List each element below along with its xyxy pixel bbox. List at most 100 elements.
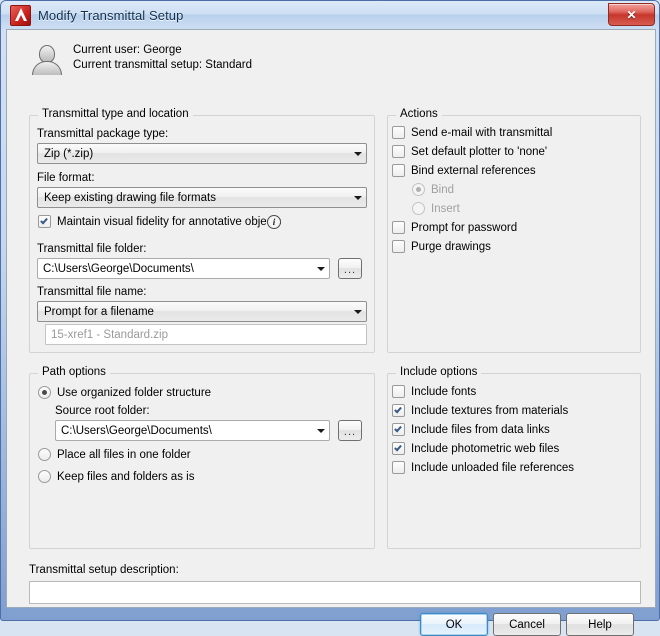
package-type-label: Transmittal package type: (37, 128, 169, 140)
transmittal-file-name-mode-combo[interactable]: Prompt for a filename (37, 301, 367, 322)
include-textures-checkbox[interactable]: Include textures from materials (392, 404, 568, 417)
file-format-value: Keep existing drawing file formats (44, 191, 216, 204)
transmittal-type-legend: Transmittal type and location (38, 108, 193, 120)
purge-drawings-checkbox[interactable]: Purge drawings (392, 240, 491, 253)
transmittal-file-name-input: 15-xref1 - Standard.zip (45, 324, 367, 345)
keep-files-as-is-label: Keep files and folders as is (57, 470, 195, 483)
source-root-folder-combo[interactable]: C:\Users\George\Documents\ (55, 420, 330, 441)
transmittal-file-name-mode-value: Prompt for a filename (44, 305, 154, 318)
bind-radio: Bind (412, 183, 454, 196)
chevron-down-icon (349, 310, 366, 314)
transmittal-description-label: Transmittal setup description: (29, 564, 179, 576)
maintain-visual-fidelity-checkbox[interactable]: Maintain visual fidelity for annotative … (38, 215, 281, 228)
checkbox-indicator (392, 240, 405, 253)
maintain-visual-fidelity-label: Maintain visual fidelity for annotative … (57, 215, 282, 228)
place-all-files-radio[interactable]: Place all files in one folder (38, 448, 191, 461)
info-glyph: i (272, 216, 276, 227)
radio-indicator (412, 183, 425, 196)
chevron-down-icon (349, 196, 366, 200)
close-button[interactable]: ✕ (608, 3, 655, 26)
keep-files-as-is-radio[interactable]: Keep files and folders as is (38, 470, 194, 483)
info-icon[interactable]: i (267, 215, 281, 229)
user-silhouette-icon (29, 41, 63, 75)
close-icon: ✕ (626, 7, 637, 22)
checkbox-indicator (392, 423, 405, 436)
bind-radio-label: Bind (431, 183, 455, 196)
checkbox-indicator (392, 404, 405, 417)
purge-drawings-label: Purge drawings (411, 240, 491, 253)
include-options-legend: Include options (396, 366, 482, 378)
autocad-logo-icon (10, 4, 31, 26)
browse-source-root-button[interactable]: ... (338, 420, 362, 441)
path-options-legend: Path options (38, 366, 110, 378)
title-bar[interactable]: Modify Transmittal Setup ✕ (1, 1, 659, 29)
help-label: Help (588, 618, 612, 631)
browse-label: ... (343, 264, 357, 276)
checkbox-indicator (392, 126, 405, 139)
current-user-header: Current user: George Current transmittal… (29, 41, 252, 75)
chevron-down-icon (312, 429, 329, 433)
include-unloaded-refs-label: Include unloaded file references (411, 461, 575, 474)
include-data-links-label: Include files from data links (411, 423, 550, 436)
chevron-down-icon (349, 152, 366, 156)
ok-button[interactable]: OK (420, 613, 488, 636)
include-textures-label: Include textures from materials (411, 404, 569, 417)
checkbox-indicator (38, 215, 51, 228)
package-type-combo[interactable]: Zip (*.zip) (37, 143, 367, 164)
prompt-for-password-checkbox[interactable]: Prompt for password (392, 221, 517, 234)
bind-external-references-label: Bind external references (411, 164, 536, 177)
current-setup-text: Current transmittal setup: Standard (73, 59, 252, 71)
browse-transmittal-folder-button[interactable]: ... (338, 258, 362, 279)
ok-label: OK (445, 618, 463, 631)
insert-radio: Insert (412, 202, 460, 215)
transmittal-description-input[interactable] (29, 581, 641, 604)
source-root-folder-value: C:\Users\George\Documents\ (61, 424, 212, 437)
include-fonts-checkbox[interactable]: Include fonts (392, 385, 476, 398)
use-organized-folder-radio[interactable]: Use organized folder structure (38, 386, 211, 399)
browse-label: ... (343, 426, 357, 438)
actions-legend: Actions (396, 108, 442, 120)
checkbox-indicator (392, 442, 405, 455)
prompt-for-password-label: Prompt for password (411, 221, 518, 234)
include-photometric-checkbox[interactable]: Include photometric web files (392, 442, 559, 455)
checkbox-indicator (392, 461, 405, 474)
dialog-client-area: Current user: George Current transmittal… (6, 29, 656, 636)
radio-indicator (38, 470, 51, 483)
checkbox-indicator (392, 145, 405, 158)
include-fonts-label: Include fonts (411, 385, 477, 398)
transmittal-file-name-value: 15-xref1 - Standard.zip (51, 328, 168, 341)
include-data-links-checkbox[interactable]: Include files from data links (392, 423, 550, 436)
help-button[interactable]: Help (566, 613, 634, 636)
checkbox-indicator (392, 221, 405, 234)
transmittal-file-folder-label: Transmittal file folder: (37, 243, 147, 255)
checkbox-indicator (392, 385, 405, 398)
set-default-plotter-checkbox[interactable]: Set default plotter to 'none' (392, 145, 547, 158)
include-photometric-label: Include photometric web files (411, 442, 560, 455)
transmittal-file-folder-value: C:\Users\George\Documents\ (43, 262, 194, 275)
file-format-combo[interactable]: Keep existing drawing file formats (37, 187, 367, 208)
source-root-folder-label: Source root folder: (55, 405, 150, 417)
send-email-label: Send e-mail with transmittal (411, 126, 553, 139)
window-title: Modify Transmittal Setup (38, 7, 184, 23)
cancel-button[interactable]: Cancel (493, 613, 561, 636)
bind-external-references-checkbox[interactable]: Bind external references (392, 164, 536, 177)
path-options-group: Path options (29, 366, 375, 549)
chevron-down-icon (312, 267, 329, 271)
current-user-text: Current user: George (73, 44, 182, 56)
package-type-value: Zip (*.zip) (44, 147, 94, 160)
cancel-label: Cancel (509, 618, 545, 631)
checkbox-indicator (392, 164, 405, 177)
file-format-label: File format: (37, 172, 95, 184)
radio-indicator (38, 386, 51, 399)
include-unloaded-refs-checkbox[interactable]: Include unloaded file references (392, 461, 574, 474)
transmittal-file-folder-combo[interactable]: C:\Users\George\Documents\ (37, 258, 330, 279)
send-email-checkbox[interactable]: Send e-mail with transmittal (392, 126, 552, 139)
transmittal-file-name-label: Transmittal file name: (37, 286, 147, 298)
radio-indicator (38, 448, 51, 461)
place-all-files-label: Place all files in one folder (57, 448, 191, 461)
set-default-plotter-label: Set default plotter to 'none' (411, 145, 548, 158)
use-organized-folder-label: Use organized folder structure (57, 386, 212, 399)
insert-radio-label: Insert (431, 202, 460, 215)
radio-indicator (412, 202, 425, 215)
modify-transmittal-setup-dialog: Modify Transmittal Setup ✕ Current user:… (0, 0, 660, 636)
